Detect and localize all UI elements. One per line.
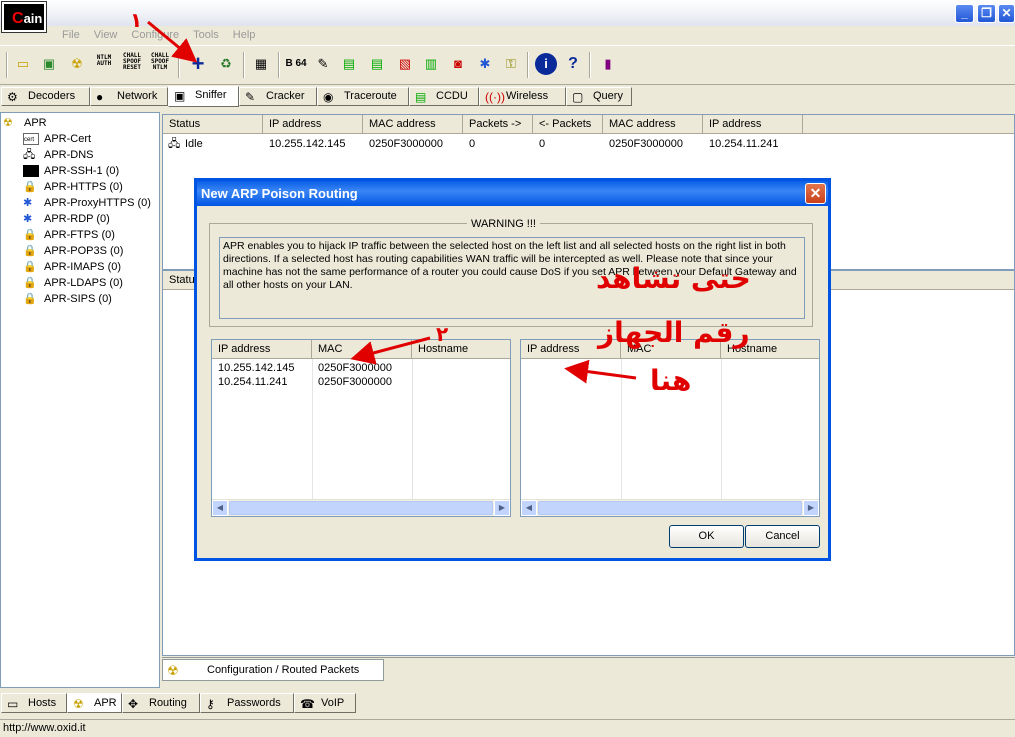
- annotation-text-line1: حتى تشاهد: [596, 262, 751, 295]
- bottom-divider: [162, 657, 1015, 658]
- tab-apr[interactable]: ☢ APR: [67, 693, 122, 713]
- arrow-to-right-list: [564, 359, 637, 384]
- tab-routing[interactable]: ✥ Routing: [122, 693, 200, 713]
- annotation-step-2: ٢: [436, 322, 449, 346]
- key-icon: ⚷: [206, 697, 215, 711]
- annotation-text-line2: رقم الجهاز: [598, 316, 750, 349]
- annotation-arrows: [147, 20, 637, 384]
- status-bar: http://www.oxid.it: [0, 719, 1015, 736]
- routing-icon: ✥: [128, 697, 139, 711]
- arrow-to-mac-column: [350, 336, 431, 365]
- monitor-icon: ▭: [7, 697, 19, 711]
- radiation-icon: ☢: [167, 663, 179, 678]
- voip-icon: ☎: [300, 697, 315, 711]
- radiation-icon: ☢: [73, 697, 84, 711]
- annotation-text-line3: هنا: [650, 364, 692, 397]
- annotation-step-1: ١: [130, 8, 143, 32]
- arrow-to-add-icon: [147, 20, 198, 63]
- tab-passwords[interactable]: ⚷ Passwords: [200, 693, 294, 713]
- tab-hosts[interactable]: ▭ Hosts: [1, 693, 67, 713]
- tab-configuration-routed-packets[interactable]: ☢ Configuration / Routed Packets: [162, 659, 384, 681]
- tab-voip[interactable]: ☎ VoIP: [294, 693, 356, 713]
